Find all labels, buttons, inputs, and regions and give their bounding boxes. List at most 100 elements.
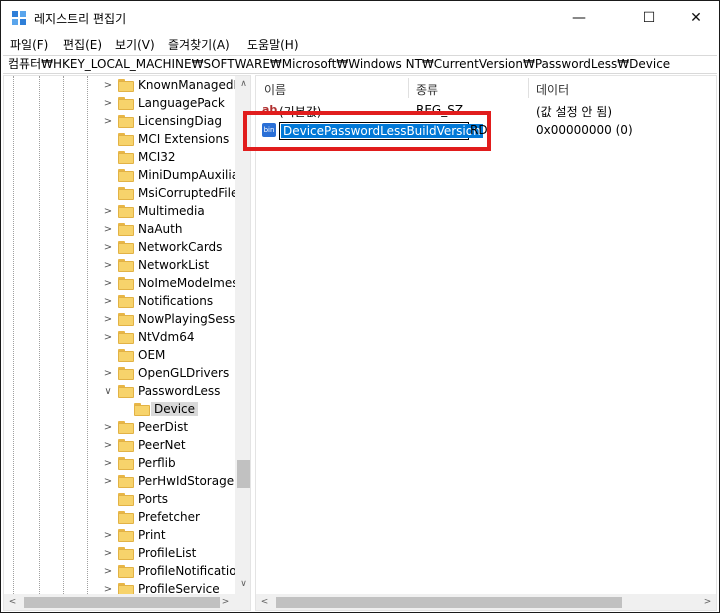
menu-file[interactable]: 파일(F) <box>10 36 48 53</box>
scroll-right-arrow-icon[interactable]: > <box>699 594 716 610</box>
tree-item-label[interactable]: MCI Extensions <box>138 132 229 146</box>
scroll-down-arrow-icon[interactable]: ∨ <box>235 576 250 593</box>
tree-hscroll-thumb[interactable] <box>24 597 220 608</box>
tree-item-label[interactable]: PeerDist <box>138 420 188 434</box>
expand-chevron-icon[interactable]: > <box>103 477 113 487</box>
tree-item-label[interactable]: NaAuth <box>138 222 182 236</box>
expand-chevron-icon[interactable]: > <box>103 567 113 577</box>
expand-chevron-icon[interactable]: > <box>103 81 113 91</box>
tree-item[interactable]: > LanguagePack <box>4 95 236 113</box>
tree-item[interactable]: MCI Extensions <box>4 131 236 149</box>
menu-help[interactable]: 도움말(H) <box>247 36 299 53</box>
expand-chevron-icon[interactable]: > <box>103 99 113 109</box>
tree-item[interactable]: Device <box>4 401 236 419</box>
tree-vscroll-thumb[interactable] <box>237 460 250 488</box>
tree-item-label[interactable]: NoImeModeImes <box>138 276 239 290</box>
tree-item-label[interactable]: MCI32 <box>138 150 176 164</box>
column-header-name[interactable]: 이름 <box>264 81 286 98</box>
expand-chevron-icon[interactable]: > <box>103 333 113 343</box>
tree-item-label[interactable]: Multimedia <box>138 204 205 218</box>
tree-item[interactable]: > Print <box>4 527 236 545</box>
menu-edit[interactable]: 편집(E) <box>63 36 102 53</box>
tree-item[interactable]: MsiCorruptedFileR <box>4 185 247 203</box>
tree-item-label[interactable]: KnownManagedD <box>138 78 243 92</box>
tree-item[interactable]: > NowPlayingSessio <box>4 311 246 329</box>
value-list-pane[interactable]: 이름 종류 데이터 ab (기본값) REG_SZ (값 설정 안 됨) bin… <box>255 75 717 611</box>
tree-item[interactable]: > NetworkCards <box>4 239 236 257</box>
tree-item[interactable]: > PeerDist <box>4 419 236 437</box>
tree-item-label[interactable]: PeerNet <box>138 438 186 452</box>
tree-item[interactable]: > PerHwIdStorage <box>4 473 236 491</box>
tree-item[interactable]: Prefetcher <box>4 509 236 527</box>
tree-item[interactable]: > Notifications <box>4 293 236 311</box>
expand-chevron-icon[interactable]: > <box>103 459 113 469</box>
maximize-button[interactable]: ☐ <box>626 1 672 34</box>
tree-item-label[interactable]: PasswordLess <box>138 384 220 398</box>
menu-favorites[interactable]: 즐겨찾기(A) <box>168 36 230 53</box>
menu-view[interactable]: 보기(V) <box>115 36 155 53</box>
expand-chevron-icon[interactable]: > <box>103 315 113 325</box>
tree-item-label[interactable]: Perflib <box>138 456 176 470</box>
tree-item[interactable]: > ProfileNotification <box>4 563 244 581</box>
tree-item-label[interactable]: Notifications <box>138 294 213 308</box>
tree-item[interactable]: > NetworkList <box>4 257 236 275</box>
tree-item[interactable]: > NtVdm64 <box>4 329 236 347</box>
close-button[interactable]: ✕ <box>673 1 719 34</box>
expand-chevron-icon[interactable]: > <box>103 369 113 379</box>
expand-chevron-icon[interactable]: > <box>103 297 113 307</box>
tree-item[interactable]: > OpenGLDrivers <box>4 365 236 383</box>
tree-item-label[interactable]: MiniDumpAuxiliar <box>138 168 244 182</box>
scroll-left-arrow-icon[interactable]: < <box>4 594 21 610</box>
tree-item[interactable]: MiniDumpAuxiliar <box>4 167 244 185</box>
expand-chevron-icon[interactable]: > <box>103 549 113 559</box>
tree-vertical-scrollbar[interactable]: ∧ ∨ <box>235 76 250 595</box>
tree-item[interactable]: > Perflib <box>4 455 236 473</box>
tree-item-label[interactable]: Prefetcher <box>138 510 200 524</box>
tree-item-label[interactable]: PerHwIdStorage <box>138 474 234 488</box>
tree-item-label[interactable]: MsiCorruptedFileR <box>138 186 247 200</box>
tree-item-label[interactable]: Print <box>138 528 166 542</box>
tree-item[interactable]: > ProfileList <box>4 545 236 563</box>
expand-chevron-icon[interactable]: > <box>103 441 113 451</box>
list-hscroll-thumb[interactable] <box>276 597 622 608</box>
key-tree-pane[interactable]: > KnownManagedD > LanguagePack > LicensingDia… <box>3 75 251 611</box>
expand-chevron-icon[interactable]: > <box>103 117 113 127</box>
tree-item-label[interactable]: ProfileList <box>138 546 196 560</box>
expand-chevron-icon[interactable]: > <box>103 207 113 217</box>
tree-item-label[interactable]: LanguagePack <box>138 96 225 110</box>
tree-item-label[interactable]: OpenGLDrivers <box>138 366 229 380</box>
list-horizontal-scrollbar[interactable]: < > <box>256 594 716 610</box>
address-bar[interactable]: 컴퓨터₩HKEY_LOCAL_MACHINE₩SOFTWARE₩Microsof… <box>3 55 717 74</box>
tree-item[interactable]: ∨ PasswordLess <box>4 383 236 401</box>
tree-item-label[interactable]: NtVdm64 <box>138 330 194 344</box>
expand-chevron-icon[interactable]: > <box>103 279 113 289</box>
tree-item[interactable]: > PeerNet <box>4 437 236 455</box>
tree-item-label[interactable]: Device <box>151 402 199 416</box>
tree-horizontal-scrollbar[interactable]: < > <box>4 594 236 610</box>
tree-item-label[interactable]: NetworkList <box>138 258 209 272</box>
tree-item[interactable]: Ports <box>4 491 236 509</box>
scroll-up-arrow-icon[interactable]: ∧ <box>235 76 250 93</box>
expand-chevron-icon[interactable]: > <box>103 423 113 433</box>
minimize-button[interactable]: — <box>556 1 602 34</box>
column-separator[interactable] <box>528 78 529 98</box>
tree-item[interactable]: MCI32 <box>4 149 236 167</box>
column-separator[interactable] <box>408 78 409 98</box>
expand-chevron-icon[interactable]: > <box>103 261 113 271</box>
expand-chevron-icon[interactable]: > <box>103 243 113 253</box>
tree-item-label[interactable]: ProfileNotification <box>138 564 244 578</box>
scroll-left-arrow-icon[interactable]: < <box>256 594 273 610</box>
tree-item-label[interactable]: NowPlayingSessio <box>138 312 246 326</box>
tree-item[interactable]: > Multimedia <box>4 203 236 221</box>
tree-item[interactable]: > LicensingDiag <box>4 113 236 131</box>
collapse-chevron-icon[interactable]: ∨ <box>103 387 113 397</box>
tree-item[interactable]: > KnownManagedD <box>4 77 243 95</box>
expand-chevron-icon[interactable]: > <box>103 225 113 235</box>
expand-chevron-icon[interactable]: > <box>103 531 113 541</box>
tree-item-label[interactable]: Ports <box>138 492 168 506</box>
tree-item-label[interactable]: OEM <box>138 348 165 362</box>
tree-item-label[interactable]: NetworkCards <box>138 240 222 254</box>
scroll-right-arrow-icon[interactable]: > <box>217 594 234 610</box>
tree-item[interactable]: > NaAuth <box>4 221 236 239</box>
tree-item[interactable]: OEM <box>4 347 236 365</box>
